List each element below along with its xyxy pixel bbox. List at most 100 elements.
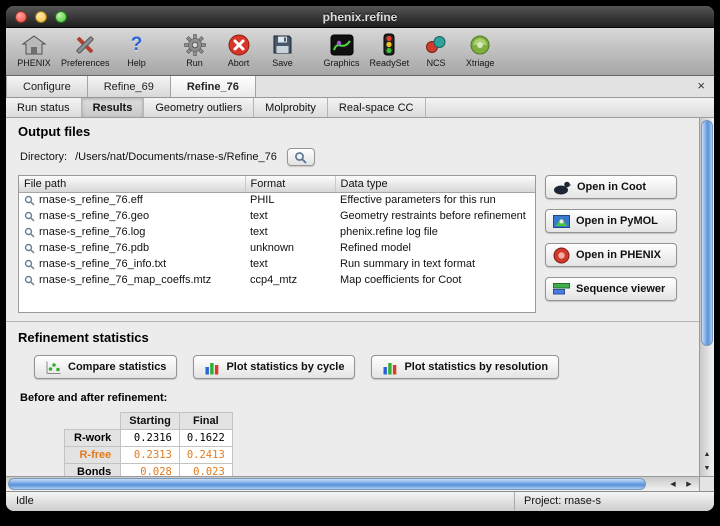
preferences-tools-icon [73,31,97,58]
file-format: ccp4_mtz [245,272,335,288]
toolbar-label: Graphics [324,58,360,68]
button-label: Open in PyMOL [576,215,658,227]
scroll-right-arrow[interactable]: ▶ [681,477,697,491]
zoom-button[interactable] [55,11,67,23]
horizontal-scrollbar[interactable]: ◀ ▶ [6,476,699,491]
toolbar-button-preferences[interactable]: Preferences [56,31,115,68]
stat-label: R-work [65,430,121,447]
toolbar-button-readyset[interactable]: ReadySet [365,31,415,68]
vertical-scrollbar-arrows: ▲ ▼ [700,447,714,475]
magnifier-icon [24,243,35,254]
section-divider [6,321,699,322]
file-path: rnase-s_refine_76.pdb [39,242,149,254]
tab-refine-69[interactable]: Refine_69 [88,76,171,97]
phenix-home-icon [21,31,47,58]
tab-configure[interactable]: Configure [6,76,88,97]
directory-label: Directory: [20,151,67,163]
vertical-scrollbar[interactable]: ▲ ▼ [699,118,714,476]
table-row[interactable]: rnase-s_refine_76.eff PHIL Effective par… [19,192,535,208]
toolbar-button-phenix[interactable]: PHENIX [12,31,56,68]
toolbar-label: Abort [228,58,250,68]
title-bar: phenix.refine [6,6,714,28]
bar-chart-icon [382,360,398,375]
plot-statistics-by-resolution-button[interactable]: Plot statistics by resolution [371,355,559,379]
close-button[interactable] [15,11,27,23]
status-text: Idle [16,495,34,507]
tab-label: Refine_69 [104,81,154,93]
sequence-viewer-icon [553,282,570,296]
subtab-label: Molprobity [265,102,316,114]
toolbar-label: Preferences [61,58,110,68]
refinement-statistics-heading: Refinement statistics [18,330,687,345]
toolbar-button-run[interactable]: Run [173,31,217,68]
file-path: rnase-s_refine_76.geo [39,210,149,222]
stats-row-bonds: Bonds 0.028 0.023 [65,464,233,477]
tab-refine-76[interactable]: Refine_76 [171,76,256,97]
horizontal-scrollbar-thumb[interactable] [8,478,646,490]
phenix-logo-icon [553,247,570,264]
subtab-label: Results [93,102,133,114]
stat-label: Bonds [65,464,121,477]
sequence-viewer-button[interactable]: Sequence viewer [545,277,677,301]
subtab-results[interactable]: Results [82,98,145,117]
stat-label: R-free [65,447,121,464]
scroll-up-arrow[interactable]: ▲ [700,447,714,461]
file-path: rnase-s_refine_76.log [39,226,145,238]
subtab-molprobity[interactable]: Molprobity [254,98,328,117]
tab-close-icon[interactable]: × [697,78,705,93]
browse-directory-button[interactable] [287,148,315,166]
pymol-icon [553,214,570,229]
scroll-down-arrow[interactable]: ▼ [700,461,714,475]
toolbar-button-xtriage[interactable]: Xtriage [458,31,502,68]
save-icon [272,31,293,58]
table-row[interactable]: rnase-s_refine_76.pdb unknown Refined mo… [19,240,535,256]
subtab-geometry-outliers[interactable]: Geometry outliers [144,98,254,117]
stat-starting-value: 0.028 [121,464,180,477]
open-in-coot-button[interactable]: Open in Coot [545,175,677,199]
content-area: Output files Directory: /Users/nat/Docum… [6,118,714,491]
button-label: Plot statistics by resolution [404,361,548,373]
compare-statistics-button[interactable]: Compare statistics [34,355,177,379]
subtab-run-status[interactable]: Run status [6,98,82,117]
minimize-button[interactable] [35,11,47,23]
table-row[interactable]: rnase-s_refine_76_info.txt text Run summ… [19,256,535,272]
subtab-label: Run status [17,102,70,114]
file-format: text [245,224,335,240]
scroll-left-arrow[interactable]: ◀ [665,477,681,491]
subtab-real-space-cc[interactable]: Real-space CC [328,98,426,117]
table-row[interactable]: rnase-s_refine_76_map_coeffs.mtz ccp4_mt… [19,272,535,288]
toolbar-label: Xtriage [466,58,495,68]
toolbar-button-help[interactable]: ? Help [115,31,159,68]
toolbar-label: NCS [427,58,446,68]
file-data-type: Refined model [335,240,535,256]
file-data-type: Run summary in text format [335,256,535,272]
file-path: rnase-s_refine_76.eff [39,194,143,206]
button-label: Open in PHENIX [576,249,661,261]
scatter-plot-icon [45,360,62,375]
window-title: phenix.refine [6,10,714,24]
file-format: text [245,208,335,224]
table-row[interactable]: rnase-s_refine_76.geo text Geometry rest… [19,208,535,224]
vertical-scrollbar-thumb[interactable] [701,120,713,346]
button-label: Plot statistics by cycle [226,361,344,373]
table-header-row: File path Format Data type [19,176,535,192]
stats-header-blank [65,413,121,430]
stat-final-value: 0.023 [179,464,232,477]
toolbar-label: Help [127,58,146,68]
stats-row-r-work: R-work 0.2316 0.1622 [65,430,233,447]
table-row[interactable]: rnase-s_refine_76.log text phenix.refine… [19,224,535,240]
toolbar-button-ncs[interactable]: NCS [414,31,458,68]
xtriage-icon [469,31,491,58]
tab-label: Refine_76 [187,81,239,93]
toolbar-button-graphics[interactable]: Graphics [319,31,365,68]
search-icon [294,151,307,164]
open-in-pymol-button[interactable]: Open in PyMOL [545,209,677,233]
file-data-type: phenix.refine log file [335,224,535,240]
open-in-phenix-button[interactable]: Open in PHENIX [545,243,677,267]
plot-statistics-by-cycle-button[interactable]: Plot statistics by cycle [193,355,355,379]
toolbar-button-abort[interactable]: Abort [217,31,261,68]
tab-bar: Configure Refine_69 Refine_76 × [6,76,714,98]
toolbar-button-save[interactable]: Save [261,31,305,68]
output-files-heading: Output files [18,124,687,139]
file-format: text [245,256,335,272]
